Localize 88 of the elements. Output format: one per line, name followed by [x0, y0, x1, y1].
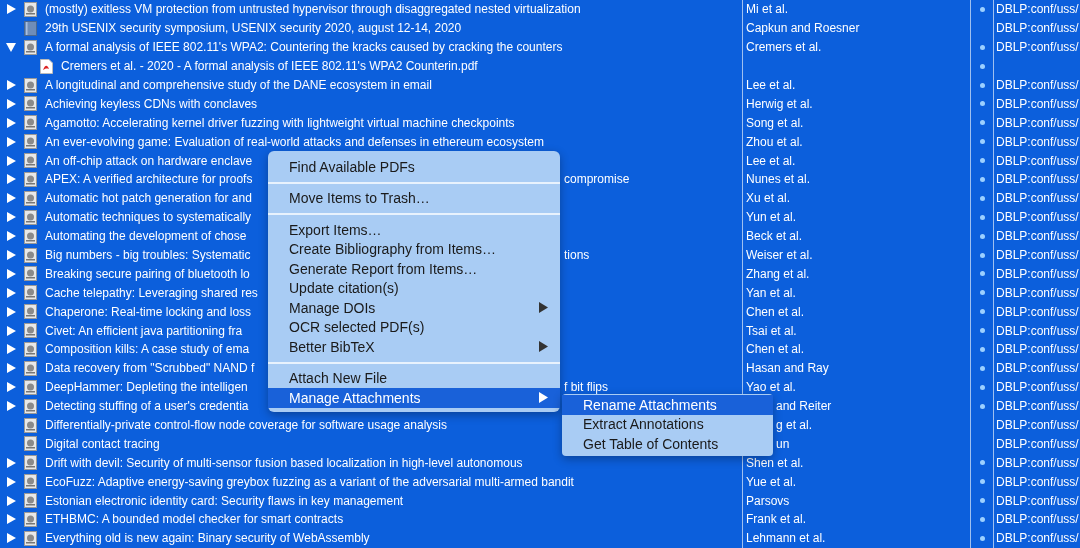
item-title: DeepHammer: Depleting the intelligen [45, 380, 248, 395]
creator-text: un [776, 436, 790, 451]
creator-text: Herwig et al. [746, 96, 813, 111]
item-title: Agamotto: Accelerating kernel driver fuzzing with lightweight virtual machine checkpoints [45, 115, 515, 130]
citation-key-text: DBLP:conf/uss/ [996, 2, 1079, 17]
item-title: Breaking secure pairing of bluetooth lo [45, 266, 250, 281]
creator-text: Beck et al. [746, 229, 803, 244]
item-title: An off-chip attack on hardware enclave [45, 153, 253, 168]
creator-text: Frank et al. [746, 512, 807, 527]
citation-key-text: DBLP:conf/uss/ [996, 40, 1079, 55]
citation-key-text: DBLP:conf/uss/ [996, 153, 1079, 168]
creator-text: Parsovs [746, 493, 790, 508]
creator-text: and Reiter [776, 399, 832, 414]
creator-text: Tsai et al. [746, 323, 797, 338]
creator-text: Capkun and Roesner [746, 21, 860, 36]
citation-key-text: DBLP:conf/uss/ [996, 455, 1079, 470]
citation-key-text: DBLP:conf/uss/ [996, 493, 1079, 508]
item-title: APEX: A verified architecture for proofs [45, 172, 253, 187]
item-title: f bit flips [564, 380, 608, 395]
item-title: Cache telepathy: Leveraging shared res [45, 285, 258, 300]
creator-text: g et al. [776, 418, 813, 433]
creator-text: Shen et al. [746, 455, 804, 470]
creator-text: Zhang et al. [746, 266, 810, 281]
creator-text: Weiser et al. [746, 248, 813, 262]
citation-key-text: DBLP:conf/uss/ [996, 361, 1079, 376]
citation-key-text: DBLP:conf/uss/ [996, 399, 1079, 414]
citation-key-text: DBLP:conf/uss/ [996, 418, 1079, 433]
item-title: Achieving keyless CDNs with conclaves [45, 96, 258, 111]
item-title: tions [564, 248, 590, 262]
item-title: Everything old is new again: Binary security of WebAssembly [45, 531, 370, 546]
creator-text: Song et al. [746, 115, 804, 130]
item-title: Cremers et al. - 2020 - A formal analysis of IEEE 802.11's WPA2 Counterin.pdf [61, 59, 478, 74]
citation-key-text: DBLP:conf/uss/ [996, 323, 1079, 338]
creator-text: Yao et al. [746, 380, 796, 395]
citation-key-text: DBLP:conf/uss/ [996, 21, 1079, 36]
citation-key-text: DBLP:conf/uss/ [996, 436, 1079, 451]
item-title: Big numbers - big troubles: Systematic [45, 248, 251, 262]
item-title: Estonian electronic identity card: Security flaws in key management [45, 493, 404, 508]
citation-key-text: DBLP:conf/uss/ [996, 172, 1079, 187]
citation-key-text: DBLP:conf/uss/ [996, 285, 1079, 300]
creator-text: Lehmann et al. [746, 531, 826, 546]
item-title: Data recovery from "Scrubbed" NAND f [45, 361, 255, 376]
citation-key-text: DBLP:conf/uss/ [996, 512, 1079, 527]
citation-key-text: DBLP:conf/uss/ [996, 304, 1079, 319]
item-title: Digital contact tracing [45, 436, 160, 451]
item-title: Differentially-private control-flow node coverage for software usage analysis [45, 418, 447, 433]
creator-text: Hasan and Ray [746, 361, 829, 376]
item-title: An ever-evolving game: Evaluation of real-world attacks and defenses in ethereum ecosystem [45, 134, 544, 149]
creator-text: Yan et al. [746, 285, 796, 300]
item-title: Civet: An efficient java partitioning fra [45, 323, 243, 338]
creator-text: Xu et al. [746, 191, 791, 206]
item-title: Chaperone: Real-time locking and loss [45, 304, 252, 319]
citation-key-text: DBLP:conf/uss/ [996, 380, 1079, 395]
item-title: A longitudinal and comprehensive study of the DANE ecosystem in email [45, 78, 432, 92]
citation-key-text: DBLP:conf/uss/ [996, 531, 1079, 546]
citation-key-text: DBLP:conf/uss/ [996, 474, 1079, 489]
item-title: 29th USENIX security symposium, USENIX security 2020, august 12-14, 2020 [45, 21, 462, 36]
item-title: EcoFuzz: Adaptive energy-saving greybox fuzzing as a variant of the adversarial multi-armed bandit [45, 474, 574, 489]
item-title: compromise [564, 172, 630, 187]
citation-key-text: DBLP:conf/uss/ [996, 134, 1079, 149]
item-title: Composition kills: A case study of ema [45, 342, 250, 357]
creator-text: Yun et al. [746, 210, 797, 225]
creator-text: Lee et al. [746, 153, 796, 168]
citation-key-text: DBLP:conf/uss/ [996, 210, 1079, 225]
citation-key-text: DBLP:conf/uss/ [996, 342, 1079, 357]
citation-key-text: DBLP:conf/uss/ [996, 229, 1079, 244]
citation-key-text: DBLP:conf/uss/ [996, 191, 1079, 206]
item-title: Automatic hot patch generation for and [45, 191, 252, 206]
item-title: Detecting stuffing of a user's credentia [45, 399, 249, 414]
item-title: Automatic techniques to systematically [45, 210, 252, 225]
creator-text: Mi et al. [746, 2, 788, 17]
item-title: ETHBMC: A bounded model checker for smart contracts [45, 512, 344, 527]
citation-key-text: DBLP:conf/uss/ [996, 96, 1079, 111]
citation-key-text: DBLP:conf/uss/ [996, 78, 1079, 92]
citation-key-text: DBLP:conf/uss/ [996, 266, 1079, 281]
citation-key-text: DBLP:conf/uss/ [996, 248, 1079, 262]
creator-text: Zhou et al. [746, 134, 803, 149]
item-title: Drift with devil: Security of multi-sensor fusion based localization in high-level autonomous [45, 455, 523, 470]
citation-key-text: DBLP:conf/uss/ [996, 115, 1079, 130]
creator-text: Chen et al. [746, 304, 805, 319]
creator-text: Cremers et al. [746, 40, 822, 55]
creator-text: Nunes et al. [746, 172, 811, 187]
item-title: A formal analysis of IEEE 802.11's WPA2: Countering the kracks caused by cracking the counters [45, 40, 563, 55]
creator-text: Lee et al. [746, 78, 796, 92]
creator-text: Chen et al. [746, 342, 805, 357]
creator-text: Yue et al. [746, 474, 797, 489]
item-title: Automating the development of chose [45, 229, 247, 244]
item-title: (mostly) exitless VM protection from untrusted hypervisor through disaggregated nested virtualization [45, 2, 581, 17]
